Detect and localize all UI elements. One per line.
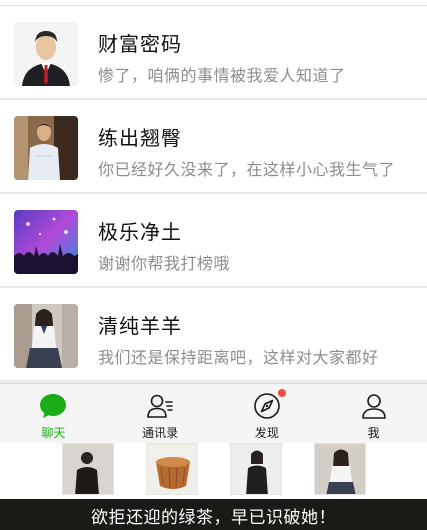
chat-list: 财富密码 惨了，咱俩的事情被我爱人知道了 练出翘臀 你已经好久没来了，在这样小心… [0, 6, 427, 381]
chat-item[interactable]: 极乐净土 谢谢你帮我打榜哦 [0, 194, 427, 287]
contacts-icon [145, 391, 175, 421]
tab-contacts[interactable]: 通讯录 [107, 384, 214, 443]
chat-last-message: 谢谢你帮我打榜哦 [98, 254, 231, 273]
schoolgirl-avatar [14, 304, 78, 368]
compass-icon [252, 389, 286, 421]
thumbnail-image [62, 443, 114, 495]
chat-name: 财富密码 [98, 32, 182, 56]
person-icon [359, 391, 389, 421]
tab-chats[interactable]: 聊天 [0, 384, 107, 443]
chat-last-message: 惨了，咱俩的事情被我爱人知道了 [98, 66, 346, 85]
man-photo-avatar [14, 116, 78, 180]
chat-name: 练出翘臀 [98, 126, 182, 150]
chat-item[interactable]: 清纯羊羊 我们还是保持距离吧，这样对大家都好 [0, 288, 427, 381]
tab-label: 发现 [254, 426, 279, 440]
thumbnail-image [146, 443, 198, 495]
tab-label: 聊天 [41, 426, 66, 440]
chat-last-message: 你已经好久没来了，在这样小心我生气了 [98, 160, 396, 179]
tab-discover[interactable]: 发现 [214, 384, 321, 443]
chat-name: 极乐净土 [98, 220, 182, 244]
tab-label: 通讯录 [142, 426, 179, 440]
chat-item[interactable]: 练出翘臀 你已经好久没来了，在这样小心我生气了 [0, 100, 427, 193]
chat-bubble-icon [38, 391, 68, 421]
chat-item[interactable]: 财富密码 惨了，咱俩的事情被我爱人知道了 [0, 6, 427, 99]
tab-label: 我 [367, 426, 380, 440]
chat-last-message: 我们还是保持距离吧，这样对大家都好 [98, 348, 379, 367]
video-caption: 欲拒还迎的绿茶，早已识破她！ [91, 508, 336, 528]
chat-name: 清纯羊羊 [98, 314, 182, 338]
concert-crowd-avatar [14, 210, 78, 274]
thumbnail-image [230, 443, 282, 495]
businessman-avatar [14, 22, 78, 86]
notification-dot [277, 389, 286, 397]
bottom-tab-bar: 聊天 通讯录 发现 我 [0, 383, 427, 443]
tab-me[interactable]: 我 [320, 384, 427, 443]
thumbnail-image [314, 443, 366, 495]
